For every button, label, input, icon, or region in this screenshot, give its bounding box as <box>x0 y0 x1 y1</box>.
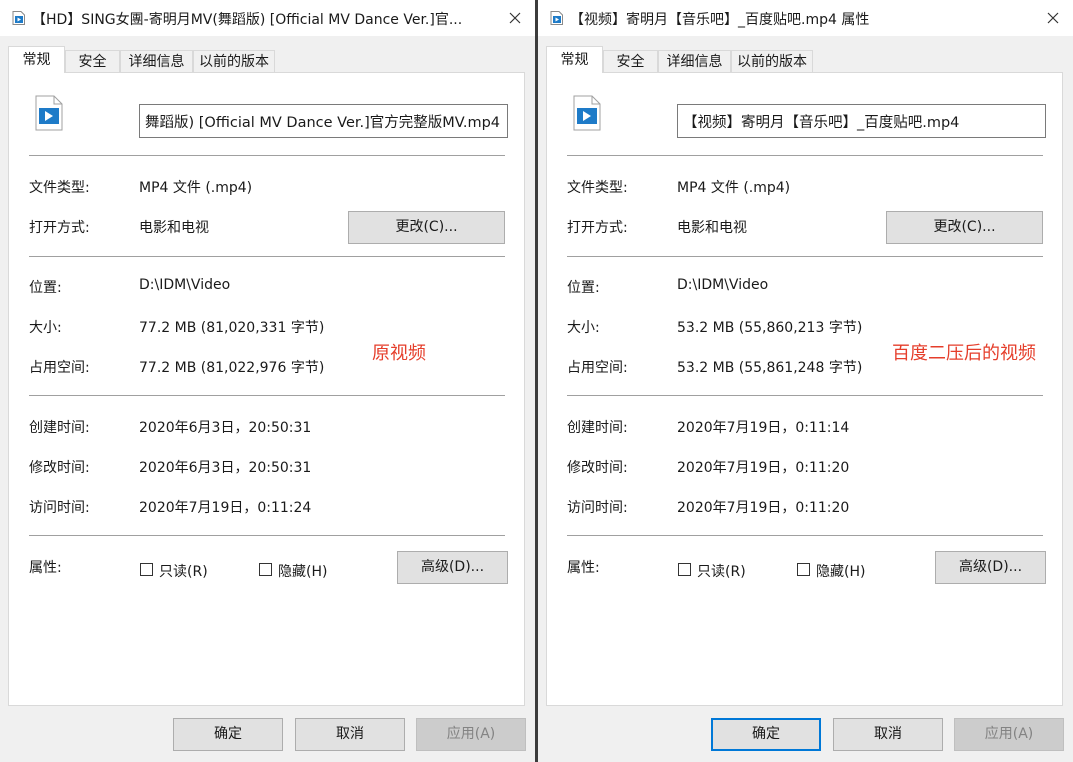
attributes-label: 属性: <box>29 560 62 576</box>
divider <box>29 155 505 156</box>
created-value: 2020年7月19日，0:11:14 <box>677 420 850 436</box>
tab-previous-versions[interactable]: 以前的版本 <box>193 50 275 72</box>
location-value: D:\IDM\Video <box>677 277 769 293</box>
cancel-button[interactable]: 取消 <box>295 718 405 751</box>
tab-details[interactable]: 详细信息 <box>658 50 731 72</box>
open-with-label: 打开方式: <box>567 220 628 236</box>
filename-value: 【视频】寄明月【音乐吧】_百度贴吧.mp4 <box>683 115 960 131</box>
general-tab-panel: 舞蹈版) [Official MV Dance Ver.]官方完整版MV.mp4… <box>8 72 525 706</box>
accessed-value: 2020年7月19日，0:11:24 <box>139 500 312 516</box>
cancel-button[interactable]: 取消 <box>833 718 943 751</box>
file-type-value: MP4 文件 (.mp4) <box>677 180 791 196</box>
tab-details[interactable]: 详细信息 <box>120 50 193 72</box>
open-with-value: 电影和电视 <box>677 220 747 236</box>
tab-security[interactable]: 安全 <box>65 50 120 72</box>
divider <box>567 256 1043 257</box>
size-label: 大小: <box>567 320 600 336</box>
size-value: 53.2 MB (55,860,213 字节) <box>677 320 863 336</box>
video-file-icon <box>573 95 601 131</box>
tab-general[interactable]: 常规 <box>8 46 65 73</box>
close-button[interactable] <box>1037 4 1069 32</box>
location-value: D:\IDM\Video <box>139 277 231 293</box>
window-title: 【HD】SING女團-寄明月MV(舞蹈版) [Official MV Dance… <box>32 12 463 28</box>
readonly-label[interactable]: 只读(R) <box>159 561 208 581</box>
hidden-checkbox[interactable] <box>797 563 810 576</box>
divider <box>567 395 1043 396</box>
ok-button[interactable]: 确定 <box>711 718 821 751</box>
accessed-value: 2020年7月19日，0:11:20 <box>677 500 850 516</box>
size-label: 大小: <box>29 320 62 336</box>
readonly-checkbox[interactable] <box>140 563 153 576</box>
properties-dialog-original: 【HD】SING女團-寄明月MV(舞蹈版) [Official MV Dance… <box>0 0 535 762</box>
video-file-icon <box>35 95 63 131</box>
size-on-disk-label: 占用空间: <box>29 360 90 376</box>
modified-label: 修改时间: <box>567 460 628 476</box>
hidden-label[interactable]: 隐藏(H) <box>278 561 327 581</box>
readonly-checkbox[interactable] <box>678 563 691 576</box>
size-value: 77.2 MB (81,020,331 字节) <box>139 320 325 336</box>
annotation-label: 百度二压后的视频 <box>892 343 1036 364</box>
accessed-label: 访问时间: <box>29 500 90 516</box>
file-type-value: MP4 文件 (.mp4) <box>139 180 253 196</box>
close-icon <box>509 12 521 24</box>
file-type-label: 文件类型: <box>29 180 90 196</box>
close-icon <box>1047 12 1059 24</box>
divider <box>29 256 505 257</box>
window-title: 【视频】寄明月【音乐吧】_百度贴吧.mp4 属性 <box>570 12 870 28</box>
created-label: 创建时间: <box>567 420 628 436</box>
file-type-label: 文件类型: <box>567 180 628 196</box>
size-on-disk-label: 占用空间: <box>567 360 628 376</box>
size-on-disk-value: 77.2 MB (81,022,976 字节) <box>139 360 325 376</box>
annotation-label: 原视频 <box>372 343 426 364</box>
open-with-label: 打开方式: <box>29 220 90 236</box>
created-value: 2020年6月3日，20:50:31 <box>139 420 312 436</box>
title-bar[interactable]: 【视频】寄明月【音乐吧】_百度贴吧.mp4 属性 <box>538 0 1073 36</box>
tab-general[interactable]: 常规 <box>546 46 603 73</box>
divider <box>29 535 505 536</box>
properties-dialog-reencoded: 【视频】寄明月【音乐吧】_百度贴吧.mp4 属性 常规 安全 详细信息 以前的版… <box>538 0 1073 762</box>
video-file-icon <box>550 11 563 25</box>
divider <box>29 395 505 396</box>
accessed-label: 访问时间: <box>567 500 628 516</box>
hidden-checkbox[interactable] <box>259 563 272 576</box>
advanced-button[interactable]: 高级(D)... <box>935 551 1046 584</box>
ok-button[interactable]: 确定 <box>173 718 283 751</box>
open-with-value: 电影和电视 <box>139 220 209 236</box>
location-label: 位置: <box>29 280 62 296</box>
location-label: 位置: <box>567 280 600 296</box>
attributes-label: 属性: <box>567 560 600 576</box>
divider <box>567 155 1043 156</box>
change-button[interactable]: 更改(C)... <box>886 211 1043 244</box>
tab-security[interactable]: 安全 <box>603 50 658 72</box>
advanced-button[interactable]: 高级(D)... <box>397 551 508 584</box>
close-button[interactable] <box>499 4 531 32</box>
filename-value: 舞蹈版) [Official MV Dance Ver.]官方完整版MV.mp4 <box>145 115 500 131</box>
title-bar[interactable]: 【HD】SING女團-寄明月MV(舞蹈版) [Official MV Dance… <box>0 0 535 36</box>
tab-previous-versions[interactable]: 以前的版本 <box>731 50 813 72</box>
filename-field[interactable]: 【视频】寄明月【音乐吧】_百度贴吧.mp4 <box>677 104 1046 138</box>
apply-button[interactable]: 应用(A) <box>416 718 526 751</box>
hidden-label[interactable]: 隐藏(H) <box>816 561 865 581</box>
size-on-disk-value: 53.2 MB (55,861,248 字节) <box>677 360 863 376</box>
modified-label: 修改时间: <box>29 460 90 476</box>
general-tab-panel: 【视频】寄明月【音乐吧】_百度贴吧.mp4 文件类型: MP4 文件 (.mp4… <box>546 72 1063 706</box>
modified-value: 2020年7月19日，0:11:20 <box>677 460 850 476</box>
created-label: 创建时间: <box>29 420 90 436</box>
apply-button[interactable]: 应用(A) <box>954 718 1064 751</box>
filename-field[interactable]: 舞蹈版) [Official MV Dance Ver.]官方完整版MV.mp4 <box>139 104 508 138</box>
readonly-label[interactable]: 只读(R) <box>697 561 746 581</box>
video-file-icon <box>12 11 25 25</box>
divider <box>567 535 1043 536</box>
modified-value: 2020年6月3日，20:50:31 <box>139 460 312 476</box>
change-button[interactable]: 更改(C)... <box>348 211 505 244</box>
